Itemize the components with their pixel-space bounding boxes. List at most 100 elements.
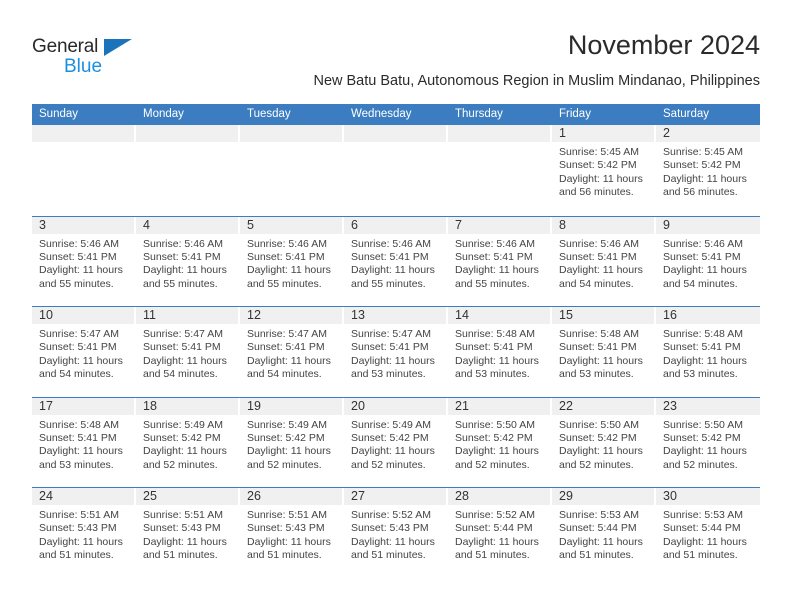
day-detail-line: and 55 minutes. [455, 277, 530, 290]
day-details: Sunrise: 5:46 AM Sunset: 5:41 PM Daylight:… [448, 234, 552, 292]
day-cell-12[interactable]: 12 Sunrise: 5:47 AM Sunset: 5:41 PM Dayligh… [240, 307, 344, 397]
page-header: General Blue November 2024 New Batu Batu… [32, 28, 760, 98]
day-detail-line: Sunset: 5:44 PM [455, 522, 533, 535]
weekday-header-monday: Monday [143, 108, 184, 120]
day-detail-line: Sunrise: 5:53 AM [663, 509, 743, 521]
day-detail-line: and 51 minutes. [143, 549, 218, 562]
day-cell-19[interactable]: 19 Sunrise: 5:49 AM Sunset: 5:42 PM Dayligh… [240, 397, 344, 487]
weekday-header-sunday: Sunday [39, 108, 79, 120]
day-detail-line: and 52 minutes. [247, 458, 322, 471]
day-cell-empty [32, 125, 136, 216]
day-number: 7 [455, 217, 462, 232]
day-cell-27[interactable]: 27 Sunrise: 5:52 AM Sunset: 5:43 PM Dayligh… [344, 488, 448, 578]
day-cell-15[interactable]: 15 Sunrise: 5:48 AM Sunset: 5:41 PM Dayligh… [552, 307, 656, 397]
day-detail-line: and 53 minutes. [663, 368, 738, 381]
day-details: Sunrise: 5:47 AM Sunset: 5:41 PM Daylight:… [240, 324, 344, 382]
day-number-band: 16 [656, 307, 760, 324]
day-cell-30[interactable]: 30 Sunrise: 5:53 AM Sunset: 5:44 PM Dayligh… [656, 488, 760, 578]
day-cell-16[interactable]: 16 Sunrise: 5:48 AM Sunset: 5:41 PM Dayligh… [656, 307, 760, 397]
day-number: 28 [455, 489, 469, 503]
day-cell-5[interactable]: 5 Sunrise: 5:46 AM Sunset: 5:41 PM Daylight… [240, 216, 344, 306]
day-number: 19 [247, 398, 261, 413]
day-cell-4[interactable]: 4 Sunrise: 5:46 AM Sunset: 5:41 PM Daylight… [136, 216, 240, 306]
day-detail-line: and 54 minutes. [39, 368, 114, 381]
day-number-band: 28 [448, 488, 552, 505]
day-cell-empty [240, 125, 344, 216]
day-detail-line: Sunrise: 5:46 AM [663, 237, 743, 250]
day-number-band: 26 [240, 488, 344, 505]
day-detail-line: Sunset: 5:42 PM [663, 159, 741, 172]
day-number: 14 [455, 308, 469, 322]
day-cell-11[interactable]: 11 Sunrise: 5:47 AM Sunset: 5:41 PM Dayligh… [136, 307, 240, 397]
calendar-week-row: 3 Sunrise: 5:46 AM Sunset: 5:41 PM Daylight… [32, 215, 760, 306]
day-number-band: 20 [344, 397, 448, 415]
day-detail-line: Daylight: 11 hours [351, 264, 435, 277]
day-cell-29[interactable]: 29 Sunrise: 5:53 AM Sunset: 5:44 PM Dayligh… [552, 488, 656, 578]
day-detail-line: Sunset: 5:43 PM [39, 522, 117, 535]
day-number: 3 [39, 217, 46, 232]
day-details: Sunrise: 5:46 AM Sunset: 5:41 PM Daylight:… [136, 234, 240, 292]
day-number: 11 [143, 308, 156, 322]
day-number: 24 [39, 489, 53, 503]
day-cell-21[interactable]: 21 Sunrise: 5:50 AM Sunset: 5:42 PM Dayligh… [448, 397, 552, 487]
day-number-band [32, 125, 136, 142]
day-cell-17[interactable]: 17 Sunrise: 5:48 AM Sunset: 5:41 PM Dayligh… [32, 397, 136, 487]
day-cell-14[interactable]: 14 Sunrise: 5:48 AM Sunset: 5:41 PM Dayligh… [448, 307, 552, 397]
day-cell-3[interactable]: 3 Sunrise: 5:46 AM Sunset: 5:41 PM Daylight… [32, 216, 136, 306]
day-details: Sunrise: 5:47 AM Sunset: 5:41 PM Daylight:… [344, 324, 448, 382]
day-number-band: 19 [240, 397, 344, 415]
day-detail-line: and 52 minutes. [351, 458, 426, 471]
day-number: 18 [143, 398, 157, 413]
day-detail-line: Sunrise: 5:51 AM [143, 509, 223, 521]
day-cell-8[interactable]: 8 Sunrise: 5:46 AM Sunset: 5:41 PM Daylight… [552, 216, 656, 306]
day-detail-line: Sunset: 5:41 PM [351, 250, 429, 263]
day-number: 12 [247, 308, 261, 322]
day-detail-line: Sunrise: 5:48 AM [559, 328, 639, 340]
day-detail-line: Daylight: 11 hours [143, 535, 227, 548]
day-detail-line: Daylight: 11 hours [559, 172, 643, 185]
day-cell-20[interactable]: 20 Sunrise: 5:49 AM Sunset: 5:42 PM Dayligh… [344, 397, 448, 487]
day-detail-line: Sunrise: 5:46 AM [455, 237, 535, 250]
day-cell-7[interactable]: 7 Sunrise: 5:46 AM Sunset: 5:41 PM Daylight… [448, 216, 552, 306]
day-cell-9[interactable]: 9 Sunrise: 5:46 AM Sunset: 5:41 PM Daylight… [656, 216, 760, 306]
day-cell-18[interactable]: 18 Sunrise: 5:49 AM Sunset: 5:42 PM Dayligh… [136, 397, 240, 487]
day-cell-10[interactable]: 10 Sunrise: 5:47 AM Sunset: 5:41 PM Dayligh… [32, 307, 136, 397]
day-cell-6[interactable]: 6 Sunrise: 5:46 AM Sunset: 5:41 PM Daylight… [344, 216, 448, 306]
day-number-band: 29 [552, 488, 656, 505]
day-cell-1[interactable]: 1 Sunrise: 5:45 AM Sunset: 5:42 PM Daylight… [552, 125, 656, 216]
day-cell-24[interactable]: 24 Sunrise: 5:51 AM Sunset: 5:43 PM Dayligh… [32, 488, 136, 578]
day-number: 29 [559, 489, 573, 503]
day-detail-line: Sunset: 5:41 PM [351, 341, 429, 354]
day-cell-28[interactable]: 28 Sunrise: 5:52 AM Sunset: 5:44 PM Dayligh… [448, 488, 552, 578]
day-number: 20 [351, 398, 365, 413]
day-detail-line: Sunrise: 5:52 AM [455, 509, 535, 521]
day-details: Sunrise: 5:45 AM Sunset: 5:42 PM Daylight:… [552, 142, 656, 200]
day-number-band [136, 125, 240, 142]
day-detail-line: Sunset: 5:41 PM [455, 250, 533, 263]
generalblue-logo[interactable]: General Blue [32, 36, 152, 82]
day-cell-25[interactable]: 25 Sunrise: 5:51 AM Sunset: 5:43 PM Dayligh… [136, 488, 240, 578]
day-detail-line: Daylight: 11 hours [143, 445, 227, 458]
day-detail-line: Daylight: 11 hours [663, 264, 747, 277]
day-number: 15 [559, 308, 573, 322]
day-detail-line: Sunrise: 5:48 AM [39, 418, 119, 431]
day-details: Sunrise: 5:49 AM Sunset: 5:42 PM Daylight:… [240, 415, 344, 473]
day-cell-2[interactable]: 2 Sunrise: 5:45 AM Sunset: 5:42 PM Daylight… [656, 125, 760, 216]
day-detail-line: Daylight: 11 hours [663, 354, 747, 367]
day-detail-line: and 56 minutes. [663, 186, 738, 199]
day-number: 26 [247, 489, 261, 503]
day-cell-22[interactable]: 22 Sunrise: 5:50 AM Sunset: 5:42 PM Dayligh… [552, 397, 656, 487]
day-cell-23[interactable]: 23 Sunrise: 5:50 AM Sunset: 5:42 PM Dayligh… [656, 397, 760, 487]
day-number-band: 24 [32, 488, 136, 505]
day-cell-13[interactable]: 13 Sunrise: 5:47 AM Sunset: 5:41 PM Dayligh… [344, 307, 448, 397]
day-details: Sunrise: 5:51 AM Sunset: 5:43 PM Daylight:… [32, 505, 136, 563]
day-cell-26[interactable]: 26 Sunrise: 5:51 AM Sunset: 5:43 PM Dayligh… [240, 488, 344, 578]
day-detail-line: Daylight: 11 hours [39, 445, 123, 458]
calendar-week-row: 10 Sunrise: 5:47 AM Sunset: 5:41 PM Dayligh… [32, 306, 760, 397]
day-detail-line: and 56 minutes. [559, 186, 634, 199]
day-detail-line: Sunset: 5:41 PM [39, 341, 117, 354]
title-block: November 2024 New Batu Batu, Autonomous … [313, 28, 760, 91]
day-detail-line: Daylight: 11 hours [247, 445, 331, 458]
day-details: Sunrise: 5:45 AM Sunset: 5:42 PM Daylight:… [656, 142, 760, 200]
day-details: Sunrise: 5:51 AM Sunset: 5:43 PM Daylight:… [136, 505, 240, 563]
